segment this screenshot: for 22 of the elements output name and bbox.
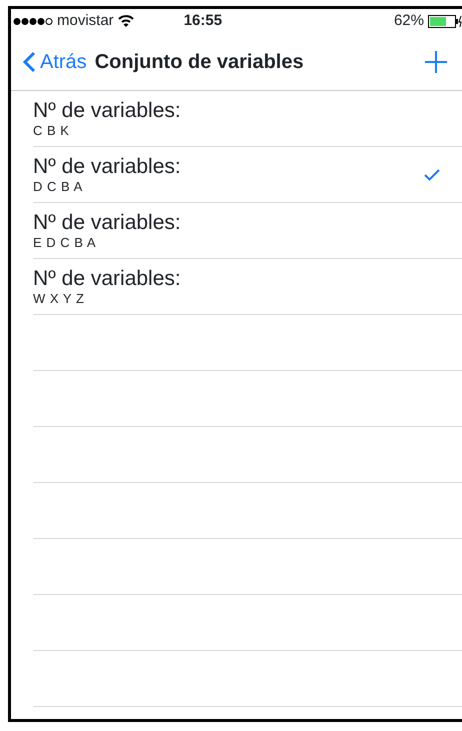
- row-title: Nº de variables:: [33, 98, 181, 122]
- row-title: Nº de variables:: [33, 154, 181, 178]
- signal-icon: [13, 16, 53, 26]
- list-row[interactable]: Nº de variables: E D C B A: [33, 203, 462, 259]
- clock-time: 16:55: [184, 10, 222, 31]
- back-chevron-icon: [23, 50, 36, 72]
- battery-percentage: 62%: [394, 10, 424, 31]
- back-button[interactable]: Atrás: [23, 46, 87, 76]
- row-subtitle: C B K: [33, 122, 70, 138]
- row-title: Nº de variables:: [33, 210, 181, 234]
- list-row[interactable]: Nº de variables: C B K: [33, 91, 462, 147]
- screen-title: Conjunto de variables: [94, 50, 304, 74]
- row-subtitle: W X Y Z: [33, 290, 86, 306]
- row-subtitle: D C B A: [33, 178, 84, 194]
- carrier-name: movistar: [57, 10, 114, 31]
- row-title: Nº de variables:: [33, 266, 181, 290]
- battery-icon: [428, 14, 462, 28]
- wifi-icon: [118, 15, 134, 27]
- list-row[interactable]: Nº de variables: W X Y Z: [33, 259, 462, 315]
- add-icon[interactable]: [424, 50, 448, 74]
- row-subtitle: E D C B A: [33, 234, 98, 250]
- list-row[interactable]: Nº de variables: D C B A: [33, 147, 462, 203]
